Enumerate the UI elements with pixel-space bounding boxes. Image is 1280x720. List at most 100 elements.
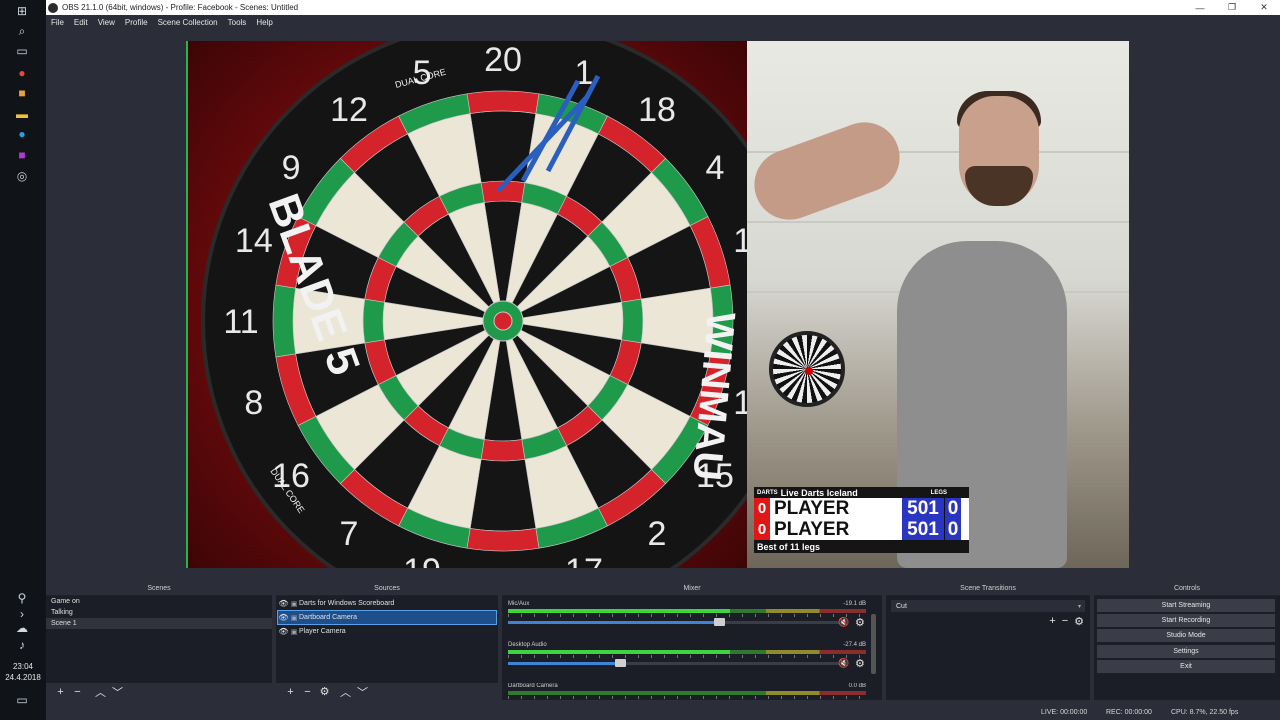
studio-mode-button[interactable]: Studio Mode — [1097, 629, 1275, 642]
controls-dock-title: Controls — [1094, 582, 1280, 595]
source-label: Player Camera — [299, 628, 346, 635]
preview-area[interactable]: 2011841361015217319716811149125BLADE 5WI… — [46, 30, 1280, 580]
obs-icon[interactable]: ◎ — [14, 168, 30, 184]
people-icon[interactable]: ⚲ — [14, 590, 30, 606]
settings-button[interactable]: Settings — [1097, 645, 1275, 658]
dock-area: Scenes Game on Talking Scene 1 + − ︿ ﹀ S… — [46, 582, 1280, 702]
close-button[interactable]: ✕ — [1248, 0, 1280, 15]
move-down-button[interactable]: ﹀ — [354, 684, 371, 700]
menu-scene-collection[interactable]: Scene Collection — [153, 18, 223, 27]
move-up-button[interactable]: ︿ — [92, 684, 109, 700]
scenes-dock: Scenes Game on Talking Scene 1 + − ︿ ﹀ — [46, 582, 272, 700]
source-item[interactable]: 👁 ▣ Dartboard Camera — [277, 610, 497, 625]
menu-profile[interactable]: Profile — [120, 18, 153, 27]
clock-time[interactable]: 23:04 — [0, 661, 46, 672]
network-icon[interactable]: ☁ — [14, 620, 30, 636]
source-item[interactable]: 👁 ▣ Player Camera — [278, 625, 496, 638]
volume-slider-handle[interactable] — [714, 618, 726, 626]
menu-bar: File Edit View Profile Scene Collection … — [46, 15, 1280, 30]
scene-item[interactable]: Scene 1 — [46, 618, 272, 629]
dartboard-number: 20 — [484, 41, 522, 79]
premiere-icon[interactable]: ■ — [14, 147, 30, 163]
start-recording-button[interactable]: Start Recording — [1097, 614, 1275, 627]
restore-button[interactable]: ❐ — [1216, 0, 1248, 15]
scoreboard-row: 0 PLAYER 501 0 — [754, 498, 969, 519]
dartboard-number: 9 — [282, 149, 301, 187]
lock-icon[interactable]: ▣ — [289, 614, 299, 622]
transition-select[interactable]: Cut ▾ — [891, 600, 1085, 612]
channel-settings-gear-icon[interactable]: ⚙ — [855, 616, 865, 629]
remove-scene-button[interactable]: − — [69, 686, 86, 698]
channel-name: Dartboard Camera — [508, 683, 558, 689]
file-explorer-icon[interactable]: ▬ — [14, 106, 30, 122]
move-up-button[interactable]: ︿ — [337, 684, 354, 700]
mute-speaker-icon[interactable]: 🔇 — [838, 617, 849, 628]
dartboard-number: 11 — [223, 303, 258, 341]
meter-scale — [508, 655, 866, 658]
player-beard — [965, 166, 1033, 206]
dartboard-treble — [480, 439, 526, 462]
menu-edit[interactable]: Edit — [69, 18, 93, 27]
move-down-button[interactable]: ﹀ — [109, 684, 126, 700]
windows-start-icon[interactable]: ⊞ — [14, 3, 30, 19]
player-name: PLAYER — [774, 518, 850, 540]
sources-list[interactable]: 👁 ▣ Darts for Windows Scoreboard 👁 ▣ Dar… — [276, 596, 498, 683]
player-sets: 0 — [754, 519, 770, 540]
menu-file[interactable]: File — [46, 18, 69, 27]
player-sets: 0 — [754, 498, 770, 519]
player-name: PLAYER — [774, 497, 850, 519]
scoreboard-footer: Best of 11 legs — [754, 540, 969, 553]
exit-button[interactable]: Exit — [1097, 660, 1275, 673]
minimize-button[interactable]: — — [1184, 0, 1216, 15]
add-source-button[interactable]: + — [282, 686, 299, 698]
add-transition-button[interactable]: + — [1049, 615, 1055, 628]
remove-transition-button[interactable]: − — [1062, 615, 1068, 628]
mixer-scrollbar[interactable] — [871, 614, 876, 674]
lock-icon[interactable]: ▣ — [289, 628, 299, 636]
channel-settings-gear-icon[interactable]: ⚙ — [855, 657, 865, 670]
dartboard-number: 13 — [733, 222, 747, 260]
dartboard-treble — [621, 298, 644, 344]
task-view-icon[interactable]: ▭ — [14, 43, 30, 59]
source-item[interactable]: 👁 ▣ Darts for Windows Scoreboard — [278, 597, 496, 610]
visibility-eye-icon[interactable]: 👁 — [278, 627, 289, 636]
search-icon[interactable]: ⌕ — [14, 23, 30, 39]
menu-tools[interactable]: Tools — [223, 18, 252, 27]
start-streaming-button[interactable]: Start Streaming — [1097, 599, 1275, 612]
app-icon[interactable]: ■ — [14, 85, 30, 101]
clock-date[interactable]: 24.4.2018 — [0, 672, 46, 683]
scenes-list[interactable]: Game on Talking Scene 1 — [46, 596, 272, 683]
player-camera-source[interactable]: DARTS Live Darts Iceland LEGS 0 PLAYER 5… — [747, 41, 1129, 568]
dartboard-camera-source[interactable]: 2011841361015217319716811149125BLADE 5WI… — [186, 41, 747, 568]
mute-speaker-icon[interactable]: 🔇 — [838, 658, 849, 669]
remove-source-button[interactable]: − — [299, 686, 316, 698]
add-scene-button[interactable]: + — [52, 686, 69, 698]
visibility-eye-icon[interactable]: 👁 — [278, 613, 289, 622]
mixer-dock-title: Mixer — [502, 582, 882, 595]
visibility-eye-icon[interactable]: 👁 — [278, 599, 289, 608]
scene-item[interactable]: Talking — [46, 607, 272, 618]
volume-icon[interactable]: ♪ — [14, 637, 30, 653]
windows-taskbar: ⊞ ⌕ ▭ ● ■ ▬ ● ■ ◎ ⚲ › ☁ ♪ 23:04 24.4.201… — [0, 0, 46, 720]
mixer-channels: Mic/Aux -19.1 dB 🔇 ⚙ Desktop Audio -27.4… — [502, 596, 882, 700]
transition-properties-gear-icon[interactable]: ⚙ — [1074, 615, 1084, 628]
player-legs: 0 — [944, 519, 961, 540]
preview-canvas[interactable]: 2011841361015217319716811149125BLADE 5WI… — [186, 41, 1129, 568]
mixer-channel: Desktop Audio -27.4 dB 🔇 ⚙ — [508, 642, 866, 682]
volume-slider-handle[interactable] — [615, 659, 626, 667]
player-score: 501 — [902, 519, 944, 540]
menu-view[interactable]: View — [93, 18, 120, 27]
scenes-toolbar: + − ︿ ﹀ — [46, 683, 272, 700]
skype-icon[interactable]: ● — [14, 126, 30, 142]
lock-icon[interactable]: ▣ — [289, 600, 299, 608]
scoreboard-title: Live Darts Iceland — [780, 487, 858, 498]
menu-help[interactable]: Help — [251, 18, 277, 27]
scene-transitions-dock: Scene Transitions Cut ▾ + − ⚙ — [886, 582, 1090, 700]
status-bar: LIVE: 00:00:00 REC: 00:00:00 CPU: 8.7%, … — [46, 705, 1280, 720]
chrome-icon[interactable]: ● — [14, 65, 30, 81]
action-center-icon[interactable]: ▭ — [14, 692, 30, 708]
source-properties-gear-icon[interactable]: ⚙ — [316, 685, 333, 698]
scene-item[interactable]: Game on — [46, 596, 272, 607]
title-bar: OBS 21.1.0 (64bit, windows) - Profile: F… — [46, 0, 1280, 15]
transitions-dock-title: Scene Transitions — [886, 582, 1090, 595]
